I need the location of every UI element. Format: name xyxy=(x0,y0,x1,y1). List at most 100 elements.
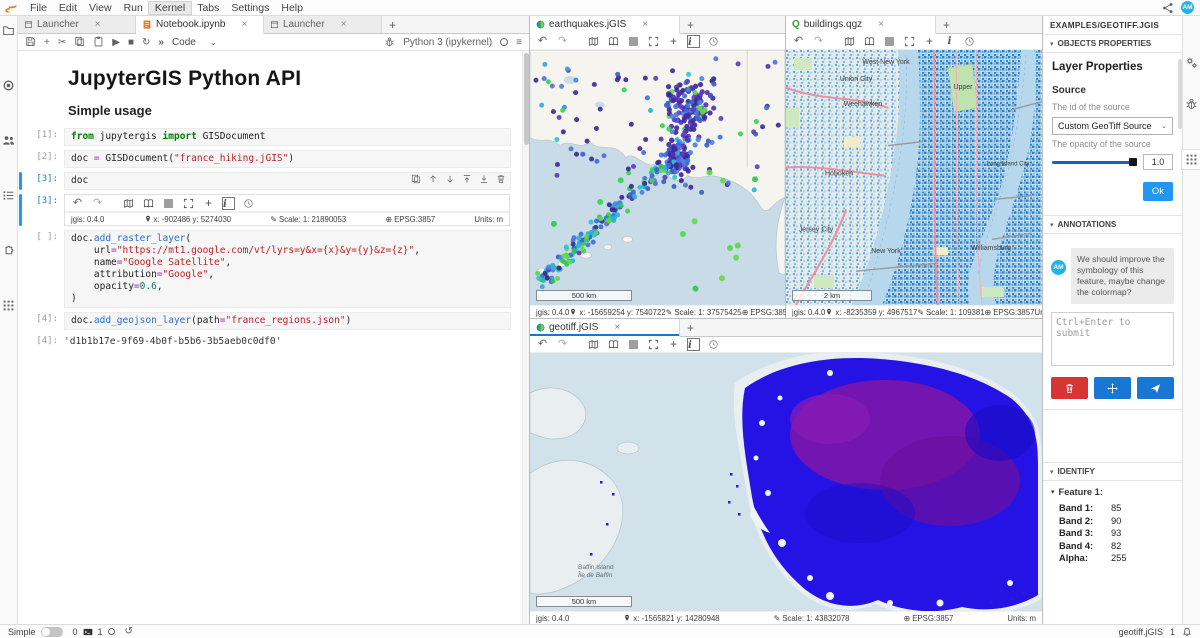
close-icon[interactable]: × xyxy=(95,19,101,30)
temporal-controller-button[interactable] xyxy=(707,338,720,351)
insert-cell-below-button[interactable] xyxy=(479,174,489,188)
submit-annotation-button[interactable] xyxy=(1137,377,1174,399)
cell-editor[interactable]: from jupytergis import GISDocument xyxy=(64,128,511,146)
geotiff-map-canvas[interactable]: Baffin Island Île de Baffin 500 km xyxy=(530,353,1042,611)
identify-tool-button[interactable]: i xyxy=(943,35,956,48)
jupytergis-panel-icon[interactable] xyxy=(2,299,15,312)
delete-annotation-button[interactable] xyxy=(1051,377,1088,399)
kernel-status-icon[interactable] xyxy=(500,38,508,46)
basemap-button[interactable] xyxy=(863,35,876,48)
layer-symbology-button[interactable] xyxy=(162,197,175,210)
stop-kernel-button[interactable]: ■ xyxy=(128,35,134,50)
delete-cell-button[interactable] xyxy=(496,174,506,188)
copy-cell-button[interactable] xyxy=(74,36,85,47)
tab-launcher-1[interactable]: Launcher × xyxy=(18,16,136,33)
jupytergis-sidebar-icon[interactable] xyxy=(1182,150,1200,169)
menu-tabs[interactable]: Tabs xyxy=(191,2,225,14)
close-icon[interactable]: × xyxy=(242,19,248,30)
redo-button[interactable]: ↷ xyxy=(556,35,569,48)
close-icon[interactable]: × xyxy=(642,19,648,30)
menu-view[interactable]: View xyxy=(83,2,118,14)
run-all-button[interactable]: » xyxy=(158,35,164,50)
insert-cell-button[interactable]: + xyxy=(44,35,50,50)
history-icon[interactable]: ↺ xyxy=(125,626,133,637)
center-on-annotation-button[interactable] xyxy=(1094,377,1131,399)
temporal-controller-button[interactable] xyxy=(242,197,255,210)
layers-button[interactable] xyxy=(587,338,600,351)
layer-symbology-button[interactable] xyxy=(627,338,640,351)
menu-edit[interactable]: Edit xyxy=(53,2,83,14)
annotation-input[interactable] xyxy=(1051,312,1174,366)
kernel-name[interactable]: Python 3 (ipykernel) xyxy=(403,37,492,48)
collaboration-icon[interactable] xyxy=(2,134,15,147)
new-tab-button[interactable]: + xyxy=(680,319,701,336)
simple-mode-toggle[interactable] xyxy=(41,627,63,637)
layer-symbology-button[interactable] xyxy=(883,35,896,48)
extension-manager-icon[interactable] xyxy=(2,244,15,257)
user-avatar[interactable]: AM xyxy=(1181,1,1194,14)
zoom-to-extent-button[interactable] xyxy=(182,197,195,210)
undo-button[interactable]: ↶ xyxy=(792,35,805,48)
zoom-to-extent-button[interactable] xyxy=(647,35,660,48)
running-kernels-icon[interactable] xyxy=(2,79,15,92)
table-of-contents-icon[interactable] xyxy=(2,189,15,202)
tab-buildings[interactable]: Q buildings.qgz × xyxy=(786,16,936,34)
basemap-button[interactable] xyxy=(142,197,155,210)
redo-button[interactable]: ↷ xyxy=(812,35,825,48)
notification-count[interactable]: 1 xyxy=(1170,627,1175,637)
cell-editor[interactable]: doc = GISDocument("france_hiking.jGIS") xyxy=(64,150,511,168)
temporal-controller-button[interactable] xyxy=(707,35,720,48)
add-layer-button[interactable]: + xyxy=(202,197,215,210)
terminals-kernels-status[interactable]: 0 1 xyxy=(73,627,115,637)
temporal-controller-button[interactable] xyxy=(963,35,976,48)
objects-properties-section-header[interactable]: ▾OBJECTS PROPERTIES xyxy=(1043,35,1182,53)
save-button[interactable] xyxy=(25,36,36,47)
add-layer-button[interactable]: + xyxy=(667,338,680,351)
share-icon[interactable] xyxy=(1162,1,1174,13)
layers-button[interactable] xyxy=(587,35,600,48)
layers-button[interactable] xyxy=(122,197,135,210)
source-select[interactable]: Custom GeoTiff Source ⌄ xyxy=(1052,117,1173,135)
basemap-button[interactable] xyxy=(607,35,620,48)
menu-help[interactable]: Help xyxy=(275,2,309,14)
paste-cell-button[interactable] xyxy=(93,36,104,47)
undo-button[interactable]: ↶ xyxy=(536,338,549,351)
cell-type-select[interactable]: Code⌄ xyxy=(172,37,217,48)
identify-feature-header[interactable]: ▾Feature 1: xyxy=(1051,487,1174,497)
undo-button[interactable]: ↶ xyxy=(536,35,549,48)
cell-editor[interactable]: doc.add_geojson_layer(path="france_regio… xyxy=(64,312,511,330)
identify-tool-button[interactable]: i xyxy=(687,338,700,351)
buildings-map-canvas[interactable]: West New YorkUnion CityWeehawkenHobokenJ… xyxy=(786,50,1042,305)
menu-settings[interactable]: Settings xyxy=(225,2,275,14)
opacity-slider[interactable] xyxy=(1052,161,1137,164)
move-cell-down-button[interactable] xyxy=(445,174,455,188)
property-inspector-icon[interactable] xyxy=(1185,56,1198,69)
close-icon[interactable]: × xyxy=(614,322,620,333)
menu-run[interactable]: Run xyxy=(118,2,149,14)
tab-geotiff[interactable]: geotiff.jGIS × xyxy=(530,319,680,337)
properties-scrollbar[interactable] xyxy=(1178,59,1182,129)
notebook-scrollbar[interactable] xyxy=(522,51,529,624)
debugger-sidebar-icon[interactable] xyxy=(1185,97,1198,110)
redo-button[interactable]: ↷ xyxy=(556,338,569,351)
cut-cell-button[interactable]: ✂ xyxy=(58,35,66,50)
run-cell-button[interactable]: ▶ xyxy=(112,35,120,50)
new-tab-button[interactable]: + xyxy=(382,16,403,33)
annotations-section-header[interactable]: ▾ANNOTATIONS xyxy=(1043,215,1182,234)
identify-tool-button[interactable]: i xyxy=(222,197,235,210)
close-icon[interactable]: × xyxy=(878,19,884,30)
tab-launcher-2[interactable]: Launcher × xyxy=(264,16,382,33)
opacity-value-field[interactable]: 1.0 xyxy=(1143,154,1173,170)
menu-file[interactable]: File xyxy=(24,2,53,14)
slider-knob[interactable] xyxy=(1129,158,1137,166)
menu-kernel[interactable]: Kernel xyxy=(149,2,191,14)
ok-button[interactable]: Ok xyxy=(1143,182,1173,201)
add-layer-button[interactable]: + xyxy=(667,35,680,48)
cell-editor[interactable]: doc xyxy=(64,172,511,190)
move-cell-up-button[interactable] xyxy=(428,174,438,188)
layer-symbology-button[interactable] xyxy=(627,35,640,48)
tab-notebook[interactable]: Notebook.ipynb × xyxy=(136,16,264,34)
insert-cell-above-button[interactable] xyxy=(462,174,472,188)
add-layer-button[interactable]: + xyxy=(923,35,936,48)
bell-icon[interactable] xyxy=(1182,627,1192,637)
